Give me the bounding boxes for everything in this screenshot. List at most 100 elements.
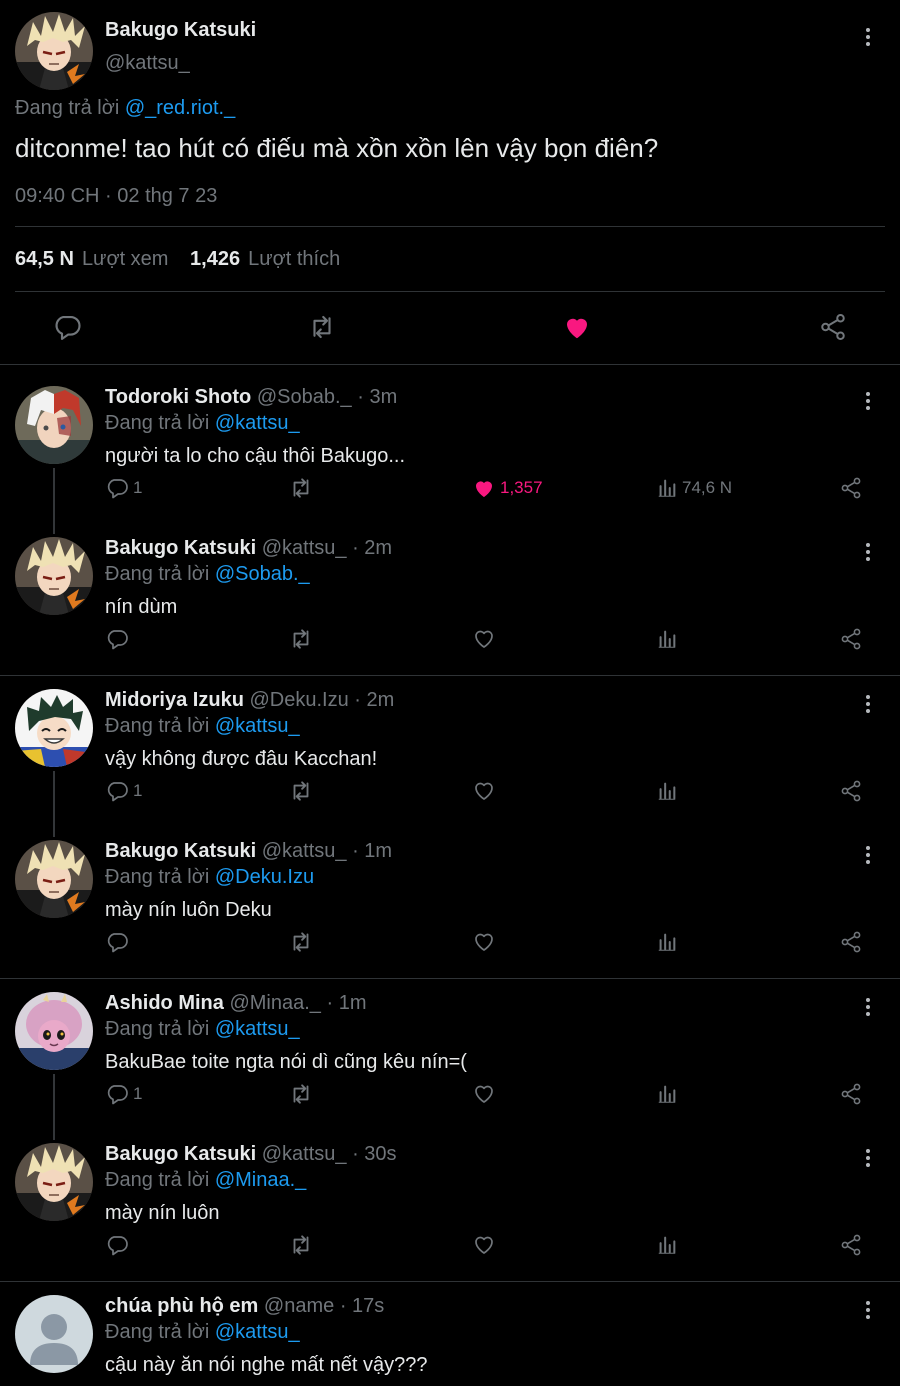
replying-to-link[interactable]: @kattsu_ [215, 1321, 300, 1343]
views-button[interactable] [656, 627, 682, 651]
reply-time[interactable]: · 2m [352, 537, 392, 559]
reply-tweet[interactable]: chúa phù hộ em @name · 17s Đang trả lời @… [0, 1291, 900, 1386]
views-icon [656, 1083, 682, 1105]
reply-header: Todoroki Shoto @Sobab._ · 3m [105, 386, 397, 409]
avatar[interactable] [15, 386, 93, 464]
replying-to-link[interactable]: @kattsu_ [215, 715, 300, 737]
reply-time[interactable]: · 2m [354, 689, 394, 711]
author-name[interactable]: Midoriya Izuku [105, 689, 244, 711]
reply-button[interactable]: 1 [105, 779, 142, 803]
like-button[interactable] [472, 627, 500, 651]
retweet-icon[interactable] [307, 312, 337, 342]
retweet-button[interactable] [288, 779, 318, 803]
retweet-icon [288, 1081, 318, 1107]
share-button[interactable] [839, 930, 867, 954]
author-name[interactable]: Bakugo Katsuki [105, 19, 256, 42]
reply-tweet[interactable]: Bakugo Katsuki @kattsu_ · 30s Đang trả lờ… [0, 1139, 900, 1290]
views-button[interactable]: 74,6 N [656, 476, 732, 500]
likes-label[interactable]: Lượt thích [248, 248, 340, 270]
views-button[interactable] [656, 779, 682, 803]
author-name[interactable]: Bakugo Katsuki [105, 537, 256, 559]
author-name[interactable]: Bakugo Katsuki [105, 1143, 256, 1165]
share-button[interactable] [839, 1233, 867, 1257]
more-options-icon[interactable] [863, 26, 873, 50]
reply-button[interactable]: 1 [105, 1082, 142, 1106]
retweet-button[interactable] [288, 476, 318, 500]
views-button[interactable] [656, 1082, 682, 1106]
reply-time[interactable]: · 1m [326, 992, 366, 1014]
like-button[interactable] [472, 779, 500, 803]
views-label[interactable]: Lượt xem [82, 248, 169, 270]
reply-tweet[interactable]: Todoroki Shoto @Sobab._ · 3m Đang trả lời… [0, 382, 900, 534]
reply-button[interactable] [105, 930, 133, 954]
author-handle[interactable]: @kattsu_ [105, 52, 190, 75]
author-handle[interactable]: @kattsu_ [262, 1143, 347, 1165]
divider [0, 675, 900, 676]
like-button[interactable] [472, 1082, 500, 1106]
more-options-icon[interactable] [863, 1299, 873, 1323]
replying-label: Đang trả lời [105, 715, 210, 737]
avatar[interactable] [15, 840, 93, 918]
reply-tweet[interactable]: Ashido Mina @Minaa._ · 1m Đang trả lời @k… [0, 988, 900, 1140]
avatar[interactable] [15, 12, 93, 90]
heart-icon[interactable] [562, 312, 592, 342]
reply-tweet[interactable]: Midoriya Izuku @Deku.Izu · 2m Đang trả lờ… [0, 685, 900, 837]
replying-to-link[interactable]: @Sobab._ [215, 563, 310, 585]
heart-icon [472, 627, 500, 651]
like-button[interactable] [472, 930, 500, 954]
author-name[interactable]: Todoroki Shoto [105, 386, 251, 408]
author-handle[interactable]: @Sobab._ [257, 386, 352, 408]
retweet-button[interactable] [288, 1233, 318, 1257]
share-button[interactable] [839, 1082, 867, 1106]
avatar[interactable] [15, 537, 93, 615]
reply-time[interactable]: · 3m [357, 386, 397, 408]
more-options-icon[interactable] [863, 541, 873, 565]
share-button[interactable] [839, 627, 867, 651]
more-options-icon[interactable] [863, 844, 873, 868]
author-handle[interactable]: @Minaa._ [229, 992, 320, 1014]
reply-button[interactable] [105, 1233, 133, 1257]
share-icon[interactable] [818, 312, 848, 342]
author-handle[interactable]: @name [264, 1295, 334, 1317]
reply-text: nín dùm [105, 596, 178, 618]
reply-tweet[interactable]: Bakugo Katsuki @kattsu_ · 2m Đang trả lời… [0, 533, 900, 684]
replying-to-link[interactable]: @_red.riot._ [125, 97, 235, 119]
like-button[interactable] [472, 1233, 500, 1257]
replying-to-link[interactable]: @Minaa._ [215, 1169, 306, 1191]
like-button[interactable]: 1,357 [472, 476, 543, 500]
retweet-button[interactable] [288, 1082, 318, 1106]
reply-button[interactable]: 1 [105, 476, 142, 500]
views-button[interactable] [656, 1233, 682, 1257]
avatar[interactable] [15, 1143, 93, 1221]
share-button[interactable] [839, 476, 867, 500]
more-options-icon[interactable] [863, 390, 873, 414]
tweet-timestamp[interactable]: 09:40 CH · 02 thg 7 23 [15, 185, 217, 208]
share-button[interactable] [839, 779, 867, 803]
reply-tweet[interactable]: Bakugo Katsuki @kattsu_ · 1m Đang trả lời… [0, 836, 900, 987]
author-handle[interactable]: @kattsu_ [262, 537, 347, 559]
replying-to-link[interactable]: @Deku.Izu [215, 866, 314, 888]
author-handle[interactable]: @Deku.Izu [249, 689, 348, 711]
replying-label: Đang trả lời [105, 412, 210, 434]
reply-time[interactable]: · 17s [340, 1295, 384, 1317]
more-options-icon[interactable] [863, 1147, 873, 1171]
avatar[interactable] [15, 992, 93, 1070]
reply-icon[interactable] [52, 312, 82, 342]
author-name[interactable]: Bakugo Katsuki [105, 840, 256, 862]
replying-to-link[interactable]: @kattsu_ [215, 1018, 300, 1040]
heart-icon [472, 779, 500, 803]
reply-time[interactable]: · 30s [352, 1143, 396, 1165]
views-button[interactable] [656, 930, 682, 954]
more-options-icon[interactable] [863, 996, 873, 1020]
replying-to-link[interactable]: @kattsu_ [215, 412, 300, 434]
reply-time[interactable]: · 1m [352, 840, 392, 862]
author-name[interactable]: Ashido Mina [105, 992, 224, 1014]
avatar[interactable] [15, 1295, 93, 1373]
more-options-icon[interactable] [863, 693, 873, 717]
avatar[interactable] [15, 689, 93, 767]
retweet-button[interactable] [288, 930, 318, 954]
author-name[interactable]: chúa phù hộ em [105, 1295, 258, 1317]
author-handle[interactable]: @kattsu_ [262, 840, 347, 862]
reply-button[interactable] [105, 627, 133, 651]
retweet-button[interactable] [288, 627, 318, 651]
